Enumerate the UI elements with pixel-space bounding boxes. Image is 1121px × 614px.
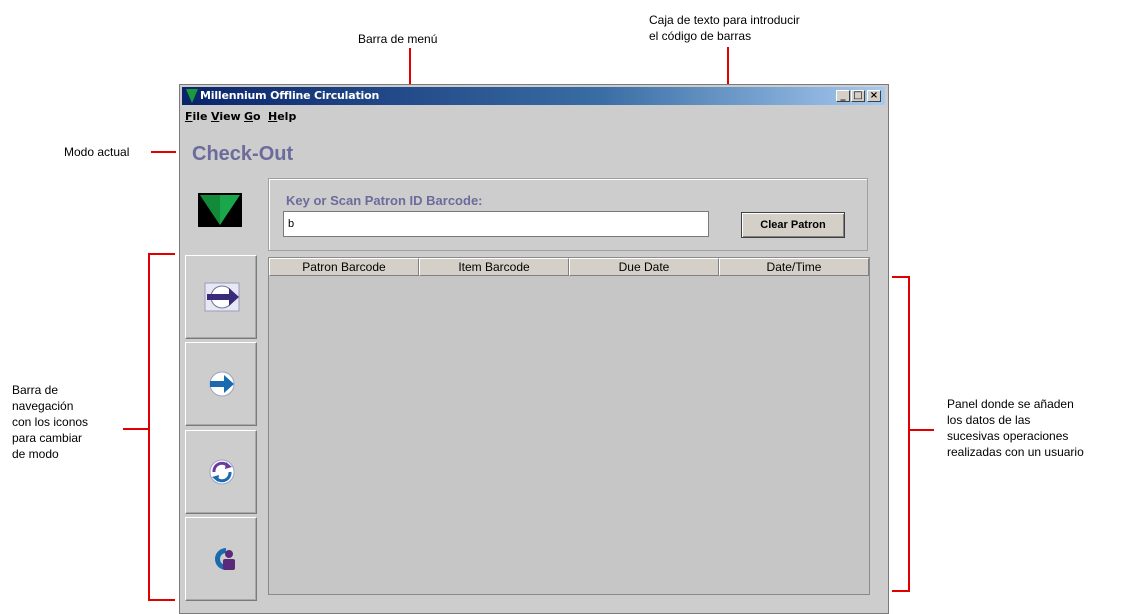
menu-view[interactable]: View — [211, 110, 241, 123]
table-header: Patron Barcode Item Barcode Due Date Dat… — [269, 258, 869, 276]
app-logo-icon — [186, 89, 198, 103]
column-header-patron-barcode[interactable]: Patron Barcode — [269, 258, 419, 276]
annotation-panel: Panel donde se añaden los datos de las s… — [947, 397, 1084, 459]
transactions-table: Patron Barcode Item Barcode Due Date Dat… — [268, 257, 870, 595]
renew-icon — [209, 459, 235, 485]
column-header-item-barcode[interactable]: Item Barcode — [419, 258, 569, 276]
nav-check-out-button[interactable] — [185, 255, 257, 339]
window-title: Millennium Offline Circulation — [200, 89, 380, 102]
column-header-date-time[interactable]: Date/Time — [719, 258, 869, 276]
nav-check-in-button[interactable] — [185, 342, 257, 426]
app-window: Millennium Offline Circulation _ □ × Fil… — [179, 84, 889, 614]
annotation-current-mode: Modo actual — [64, 145, 130, 159]
clear-patron-button[interactable]: Clear Patron — [741, 212, 845, 238]
minimize-button[interactable]: _ — [836, 90, 850, 102]
annotation-line — [908, 429, 934, 431]
patron-barcode-input[interactable] — [283, 211, 709, 237]
menu-bar: File View Go Help — [182, 107, 885, 125]
patron-barcode-label: Key or Scan Patron ID Barcode: — [286, 193, 483, 208]
annotation-line — [892, 276, 910, 278]
menu-file[interactable]: File — [185, 110, 208, 123]
annotation-line — [148, 253, 150, 601]
nav-renew-button[interactable] — [185, 430, 257, 514]
annotation-nav-bar: Barra de navegación con los iconos para … — [12, 383, 89, 461]
maximize-button[interactable]: □ — [851, 90, 865, 102]
menu-go[interactable]: Go — [244, 110, 261, 123]
annotation-text-box: Caja de texto para introducir el código … — [649, 13, 800, 43]
current-mode-title: Check-Out — [192, 143, 294, 165]
annotation-line — [123, 428, 150, 430]
annotation-line — [148, 253, 175, 255]
patron-barcode-panel: Key or Scan Patron ID Barcode: Clear Pat… — [268, 178, 868, 251]
column-header-due-date[interactable]: Due Date — [569, 258, 719, 276]
title-bar[interactable]: Millennium Offline Circulation _ □ × — [182, 87, 885, 105]
check-in-icon — [209, 371, 235, 397]
patron-icon — [215, 548, 235, 570]
check-out-icon — [204, 282, 240, 312]
annotation-line — [892, 590, 910, 592]
millennium-logo-icon — [198, 193, 242, 227]
annotation-menu-bar: Barra de menú — [358, 32, 438, 46]
menu-help[interactable]: Help — [268, 110, 296, 123]
annotation-line — [908, 276, 910, 592]
annotation-line — [151, 151, 176, 153]
close-button[interactable]: × — [867, 90, 881, 102]
nav-patron-button[interactable] — [185, 517, 257, 601]
